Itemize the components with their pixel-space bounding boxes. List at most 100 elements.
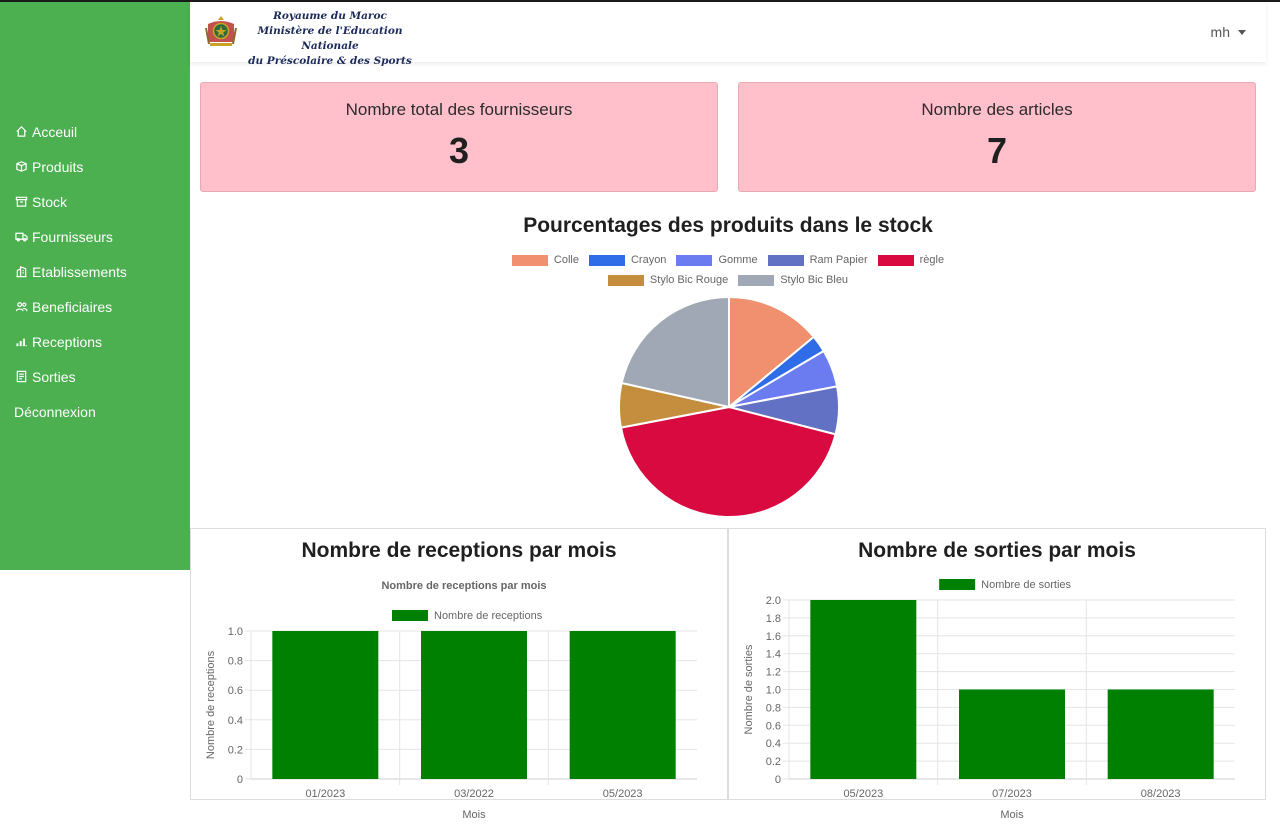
x-tick-label: 01/2023 (305, 788, 345, 800)
receptions-bar-chart: 0 0.2 0.4 0.6 0.8 1.0 01/2023 03/2022 05/2023 Moi… (205, 580, 697, 821)
sidebar-item-label: Produits (32, 158, 84, 175)
legend-item-colle[interactable]: Colle (511, 254, 579, 266)
truck-icon (14, 230, 28, 244)
suppliers-label: Nombre total des fournisseurs (345, 100, 573, 119)
y-tick-label: 0.6 (766, 720, 781, 732)
home-icon (14, 125, 28, 139)
user-dropdown[interactable]: mh (1211, 24, 1246, 40)
sidebar-item-label: Receptions (32, 333, 103, 350)
y-tick-label: 0.2 (228, 744, 243, 756)
sidebar-item-label: Etablissements (32, 263, 127, 280)
sidebar-item-produits[interactable]: Produits (0, 149, 190, 184)
sorties-panel: Nombre de sorties par mois 0 0.2 0.4 0.6 0.8… (728, 528, 1266, 821)
x-tick-label: 03/2022 (454, 788, 494, 800)
pie-legend-row-1: Colle Crayon Gomme Ram Papier règle (190, 254, 1266, 266)
legend-label: Ram Papier (809, 254, 868, 266)
legend-swatch (877, 254, 914, 266)
sidebar-item-deconnexion[interactable]: Déconnexion (0, 394, 190, 429)
articles-card: Nombre des articles 7 (738, 82, 1256, 192)
y-tick-label: 0.6 (228, 685, 243, 697)
suppliers-count: 3 (448, 130, 470, 171)
legend-item-r-gle[interactable]: règle (877, 254, 945, 266)
y-tick-label: 1.0 (228, 626, 243, 638)
y-axis-label: Nombre de sorties (743, 644, 755, 734)
legend-label: Nombre de receptions (434, 610, 543, 622)
y-tick-label: 0 (237, 774, 243, 786)
plot-area: 0 0.2 0.4 0.6 0.8 1.0 1.2 1.4 1.6 1.8 2.0 05/2023 07… (766, 595, 1235, 800)
legend-item-stylo-bic-rouge[interactable]: Stylo Bic Rouge (607, 274, 729, 286)
legend-item-ram-papier[interactable]: Ram Papier (767, 254, 868, 266)
bar-08-2023 (1107, 689, 1214, 779)
receptions-panel: Nombre de receptions par mois 0 0.2 0.4 0.6… (190, 528, 728, 821)
sidebar-item-label: Beneficiaires (32, 298, 113, 315)
y-tick-label: 0.4 (228, 715, 243, 727)
legend-label: règle (919, 254, 945, 266)
bar-03-2022 (421, 631, 527, 779)
ministry-title: Royaume du Maroc Ministère de l'Educatio… (240, 9, 420, 69)
x-tick-label: 05/2023 (843, 788, 883, 800)
legend-swatch (607, 274, 644, 286)
chart-subtitle: Nombre de receptions par mois (381, 580, 546, 592)
y-tick-label: 1.8 (766, 613, 781, 625)
articles-label: Nombre des articles (921, 100, 1073, 119)
y-tick-label: 2.0 (766, 595, 781, 607)
legend-swatch (738, 274, 775, 286)
legend-item-nombre-de-receptions: Nombre de receptions (392, 610, 543, 622)
legend-item-crayon[interactable]: Crayon (588, 254, 667, 266)
sidebar-item-receptions[interactable]: Receptions (0, 324, 190, 359)
legend-label: Gomme (718, 254, 758, 266)
pie-chart (618, 295, 840, 518)
pie-legend-row-2: Stylo Bic Rouge Stylo Bic Bleu (190, 274, 1266, 286)
sidebar: Acceuil Produits Stock Fournisseurs Etab… (0, 2, 190, 570)
legend-item-nombre-de-sorties: Nombre de sorties (939, 579, 1072, 591)
sidebar-item-label: Fournisseurs (32, 228, 113, 245)
bar-05-2023 (810, 600, 917, 779)
sidebar-item-etablissements[interactable]: Etablissements (0, 254, 190, 289)
plot-area: 0 0.2 0.4 0.6 0.8 1.0 01/2023 03/2022 05/2023 (228, 626, 697, 800)
y-tick-label: 0.8 (766, 702, 781, 714)
sidebar-nav: Acceuil Produits Stock Fournisseurs Etab… (0, 114, 190, 429)
legend-swatch (392, 610, 428, 621)
x-tick-label: 08/2023 (1141, 788, 1181, 800)
pie-chart-title: Pourcentages des produits dans le stock (523, 214, 933, 237)
y-tick-label: 0.8 (228, 656, 243, 668)
suppliers-card: Nombre total des fournisseurs 3 (200, 82, 718, 192)
y-tick-label: 1.2 (766, 667, 781, 679)
box-icon (14, 160, 28, 174)
y-axis-label: Nombre de receptions (205, 650, 217, 759)
y-tick-label: 1.0 (766, 685, 781, 697)
people-icon (14, 300, 28, 314)
user-name: mh (1210, 24, 1230, 40)
articles-count: 7 (986, 130, 1008, 171)
legend-swatch (767, 254, 804, 266)
sidebar-item-label: Sorties (32, 368, 76, 385)
legend-item-gomme[interactable]: Gomme (676, 254, 758, 266)
sidebar-item-label: Stock (32, 193, 68, 210)
legend-label: Crayon (630, 254, 667, 266)
legend-swatch (511, 254, 548, 266)
legend-item-stylo-bic-bleu[interactable]: Stylo Bic Bleu (738, 274, 848, 286)
legend-label: Colle (553, 254, 579, 266)
archive-icon (14, 195, 28, 209)
receipt-icon (14, 370, 28, 384)
legend-swatch (939, 579, 976, 590)
x-axis-label: Mois (1000, 809, 1024, 821)
sidebar-item-acceuil[interactable]: Acceuil (0, 114, 190, 149)
sidebar-item-sorties[interactable]: Sorties (0, 359, 190, 394)
ministry-line-1: Royaume du Maroc (273, 10, 387, 22)
sidebar-item-fournisseurs[interactable]: Fournisseurs (0, 219, 190, 254)
x-axis-label: Mois (462, 809, 486, 821)
legend-label: Stylo Bic Rouge (649, 274, 729, 286)
legend-swatch (676, 254, 713, 266)
y-tick-label: 0.4 (766, 738, 781, 750)
bar-chart-icon (14, 335, 28, 349)
sidebar-item-stock[interactable]: Stock (0, 184, 190, 219)
bar-01-2023 (272, 631, 379, 779)
sidebar-item-beneficiaires[interactable]: Beneficiaires (0, 289, 190, 324)
legend-swatch (588, 254, 625, 266)
legend-label: Nombre de sorties (981, 579, 1071, 591)
sidebar-item-label: Acceuil (32, 123, 78, 140)
bar-05-2023 (569, 631, 676, 779)
y-tick-label: 0.2 (766, 756, 781, 768)
x-tick-label: 05/2023 (603, 788, 643, 800)
